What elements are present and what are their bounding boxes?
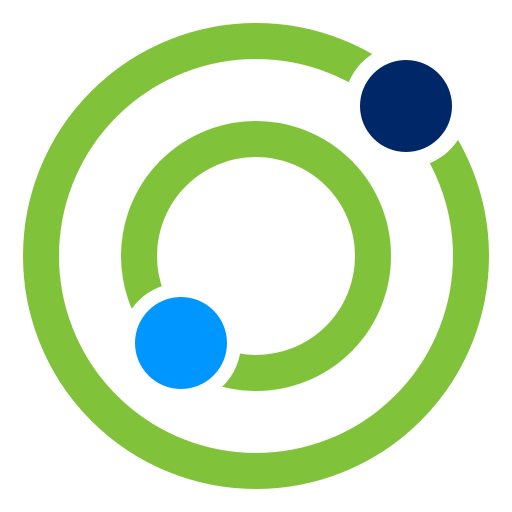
inner-dot bbox=[135, 297, 227, 389]
orbit-rings-logo-icon bbox=[23, 23, 489, 489]
logo-canvas bbox=[0, 0, 512, 512]
outer-dot bbox=[360, 60, 452, 152]
